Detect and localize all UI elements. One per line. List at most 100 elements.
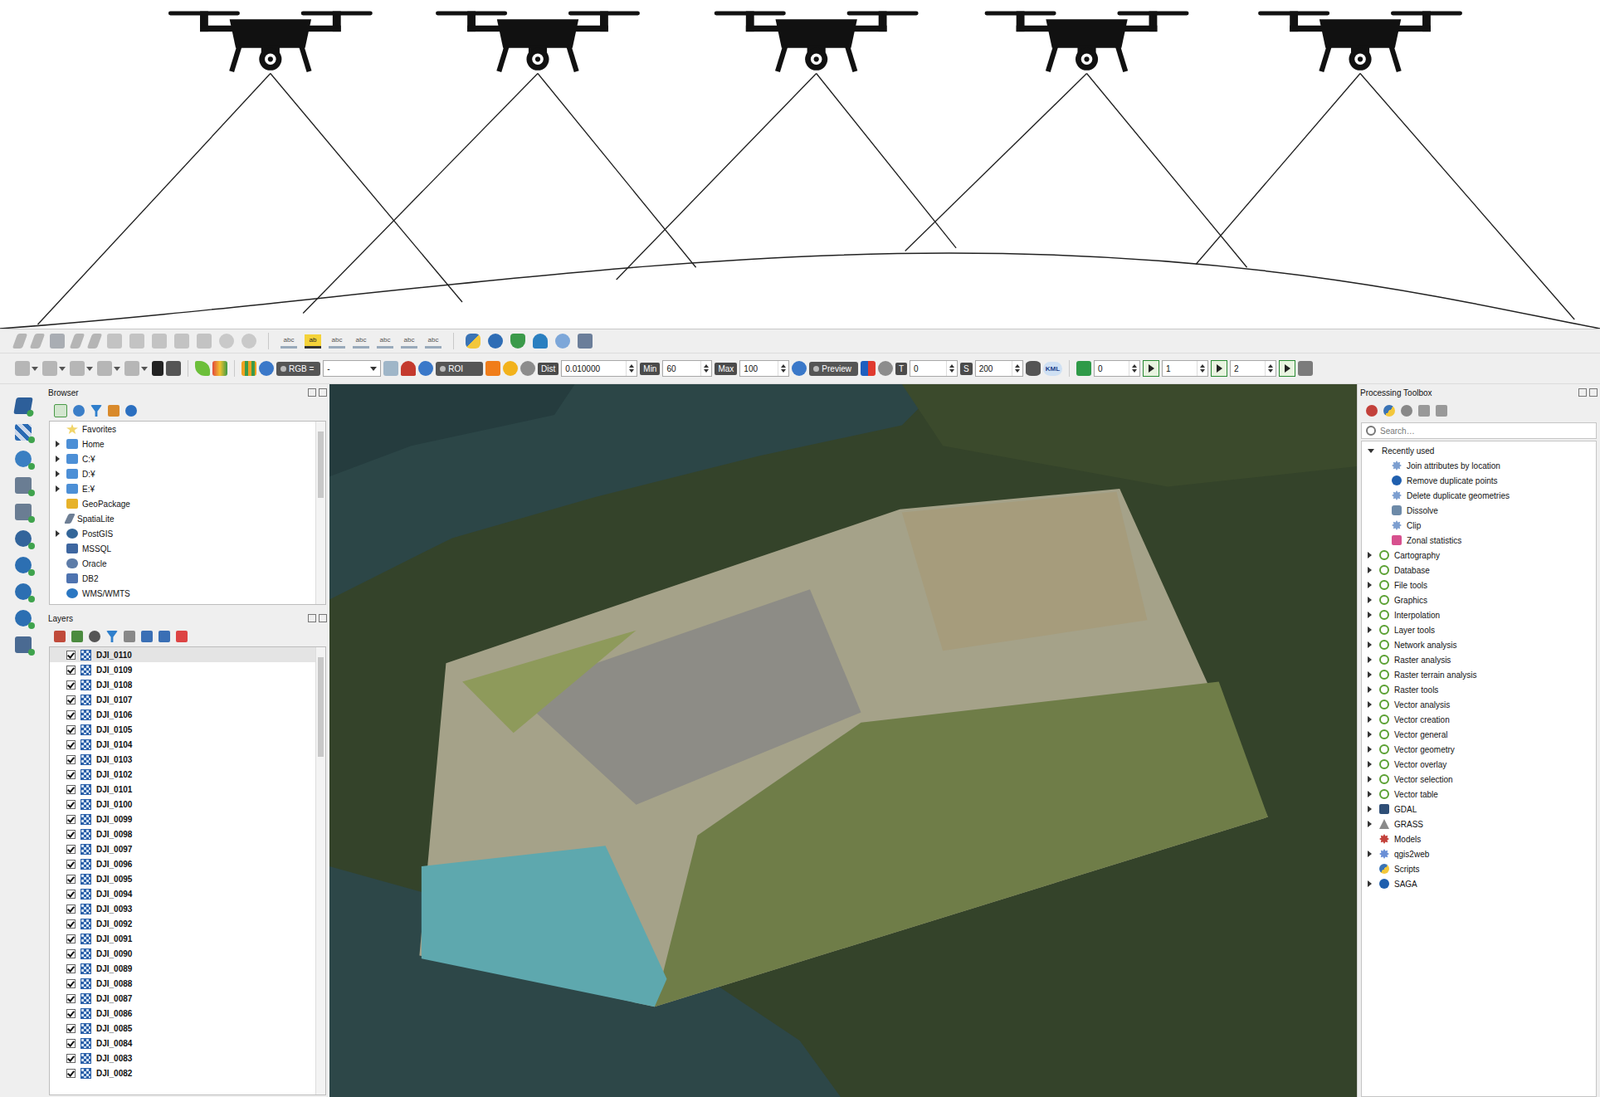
layer-row[interactable]: DJI_0101 (49, 781, 316, 797)
roi-toggle[interactable]: ROI (435, 361, 483, 376)
label-tool-icon[interactable]: abc (424, 334, 442, 349)
layer-row[interactable]: DJI_0095 (49, 871, 316, 887)
layer-row[interactable]: DJI_0088 (49, 975, 316, 991)
browser-item[interactable]: PostGIS (49, 526, 316, 542)
algorithm-item[interactable]: Join attributes by location (1361, 458, 1596, 474)
table-icon[interactable] (129, 333, 145, 349)
layer-checkbox[interactable] (66, 979, 76, 989)
add-spatialite-icon[interactable] (14, 503, 32, 521)
layer-checkbox[interactable] (66, 1024, 76, 1034)
roi-icon[interactable] (485, 360, 501, 376)
expand-icon[interactable] (1367, 716, 1372, 723)
expand-icon[interactable] (1367, 626, 1372, 634)
expand-icon[interactable] (1367, 850, 1372, 858)
recent-group[interactable]: Recently used (1361, 443, 1596, 459)
expand-icon[interactable] (1367, 596, 1372, 604)
browser-item[interactable]: E:¥ (49, 481, 316, 497)
measure-icon[interactable] (97, 360, 113, 376)
browser-item[interactable]: WMS/WMTS (49, 585, 316, 601)
layer-row[interactable]: DJI_0098 (49, 826, 316, 842)
layer-checkbox[interactable] (66, 994, 76, 1004)
expand-icon[interactable] (1367, 686, 1372, 693)
add-mesh-icon[interactable] (14, 450, 32, 468)
min-spinbox[interactable]: 60 (662, 360, 713, 377)
expand-icon[interactable] (141, 630, 153, 643)
provider-group[interactable]: Graphics (1361, 592, 1596, 608)
collapse-icon[interactable] (107, 404, 120, 417)
browser-item[interactable]: Favorites (49, 421, 316, 437)
preview-icon[interactable] (860, 360, 876, 376)
undo-icon[interactable] (219, 333, 235, 349)
provider-group[interactable]: Network analysis (1361, 637, 1596, 653)
provider-group[interactable]: Database (1361, 562, 1596, 578)
label-tool-icon[interactable]: abc (328, 334, 346, 349)
rgb-icon[interactable] (400, 360, 416, 376)
provider-group[interactable]: SAGA (1361, 876, 1596, 892)
float-icon[interactable] (307, 388, 317, 397)
scp-icon[interactable] (212, 360, 228, 376)
copy-icon[interactable] (174, 333, 190, 349)
layer-row[interactable]: DJI_0102 (49, 766, 316, 782)
provider-group[interactable]: Vector creation (1361, 712, 1596, 727)
t-spinbox[interactable]: 0 (909, 360, 958, 377)
layer-row[interactable]: DJI_0100 (49, 796, 316, 812)
camera-icon[interactable] (151, 360, 164, 376)
layer-row[interactable]: DJI_0110 (49, 647, 316, 663)
provider-group[interactable]: Raster tools (1361, 682, 1596, 698)
expand-icon[interactable] (1367, 790, 1372, 798)
layer-row[interactable]: DJI_0091 (49, 931, 316, 947)
run-icon[interactable] (1210, 360, 1228, 377)
provider-group[interactable]: Vector table (1361, 786, 1596, 802)
network-icon[interactable] (532, 333, 548, 349)
run-icon[interactable] (1142, 360, 1160, 377)
expand-icon[interactable] (1367, 701, 1372, 708)
remove-icon[interactable] (175, 630, 188, 643)
identify-icon[interactable] (69, 360, 85, 376)
close-icon[interactable] (318, 614, 327, 623)
layer-row[interactable]: DJI_0109 (49, 662, 316, 678)
layer-checkbox[interactable] (66, 665, 76, 675)
expand-icon[interactable] (1367, 448, 1375, 454)
layer-checkbox[interactable] (66, 650, 76, 660)
step-spinbox[interactable]: 0 (1093, 360, 1141, 377)
expand-icon[interactable] (1367, 805, 1372, 813)
label-tool-icon[interactable]: ab (304, 334, 322, 349)
layer-row[interactable]: DJI_0108 (49, 677, 316, 693)
browser-item[interactable]: DB2 (49, 570, 316, 586)
redo-icon[interactable] (520, 360, 536, 376)
collapse-icon[interactable] (158, 630, 171, 643)
float-icon[interactable] (1578, 388, 1587, 397)
provider-group[interactable]: qgis2web (1361, 846, 1596, 862)
add-delimited-icon[interactable] (14, 477, 32, 494)
index-icon[interactable] (383, 360, 399, 376)
expr-icon[interactable] (123, 630, 136, 643)
layer-checkbox[interactable] (66, 949, 76, 959)
help-icon[interactable] (577, 333, 593, 349)
step-spinbox[interactable]: 2 (1229, 360, 1277, 377)
provider-group[interactable]: Raster terrain analysis (1361, 667, 1596, 683)
scrollbar[interactable] (315, 421, 326, 605)
add-wcs-icon[interactable] (14, 583, 32, 600)
layer-row[interactable]: DJI_0085 (49, 1020, 316, 1036)
expand-icon[interactable] (55, 440, 60, 448)
expand-icon[interactable] (1367, 581, 1372, 589)
band-set-icon[interactable] (241, 360, 257, 376)
annotation-icon[interactable] (124, 360, 140, 376)
expand-icon[interactable] (55, 470, 60, 478)
algorithm-item[interactable]: Zonal statistics (1361, 532, 1596, 548)
provider-group[interactable]: Vector geometry (1361, 741, 1596, 757)
expand-icon[interactable] (55, 485, 60, 493)
sync-icon[interactable] (555, 333, 571, 349)
models-icon[interactable] (1365, 404, 1378, 417)
zoom-icon[interactable] (42, 360, 58, 376)
calculator-icon[interactable] (1076, 360, 1092, 376)
layer-row[interactable]: DJI_0090 (49, 946, 316, 961)
expand-icon[interactable] (1367, 820, 1372, 828)
grid-icon[interactable] (1297, 360, 1313, 376)
expand-icon[interactable] (1367, 760, 1372, 768)
expand-icon[interactable] (1367, 551, 1372, 559)
graph-icon[interactable] (165, 360, 181, 376)
browser-item[interactable]: SpatiaLite (49, 511, 316, 527)
expand-icon[interactable] (1367, 671, 1372, 679)
provider-group[interactable]: GDAL (1361, 801, 1596, 817)
